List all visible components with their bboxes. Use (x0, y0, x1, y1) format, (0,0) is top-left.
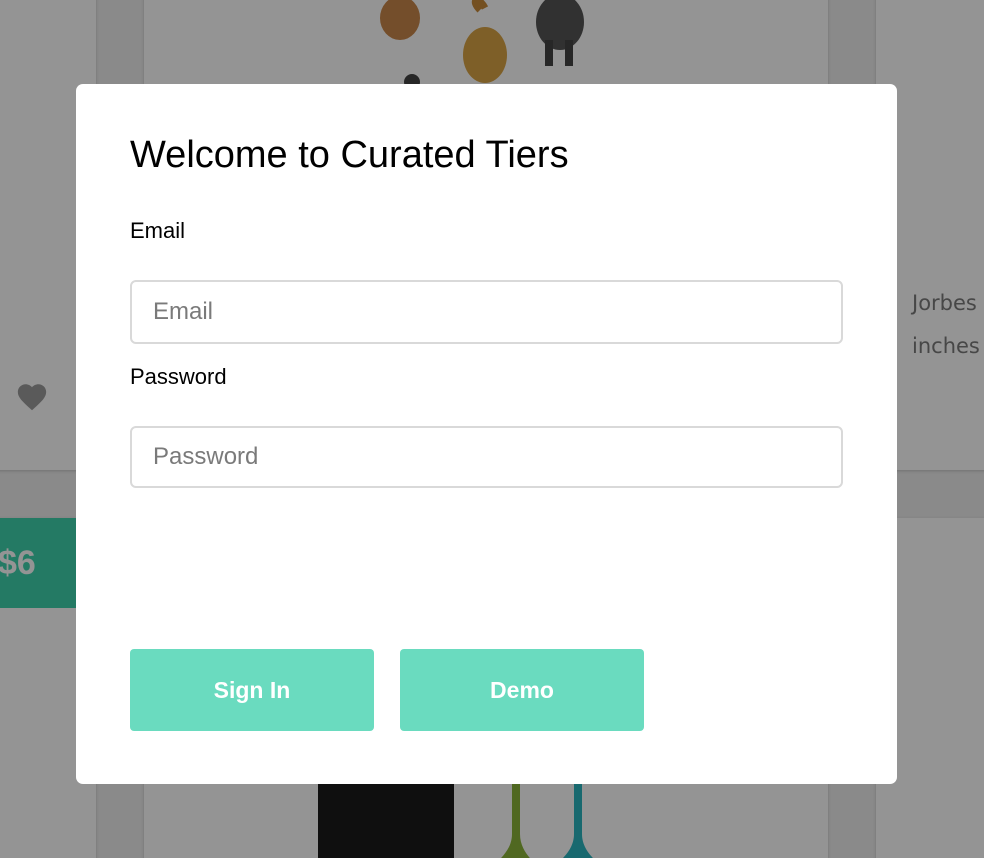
email-field[interactable] (130, 280, 843, 344)
password-field[interactable] (130, 426, 843, 488)
email-label: Email (130, 218, 186, 243)
modal-title: Welcome to Curated Tiers (130, 134, 569, 176)
password-label: Password (130, 364, 227, 389)
sign-in-button[interactable]: Sign In (130, 649, 374, 731)
page: Jorbes inches $6 Welcome to Curated Tier… (0, 0, 984, 858)
signin-modal: Welcome to Curated Tiers Email Password … (76, 84, 897, 784)
demo-button[interactable]: Demo (400, 649, 644, 731)
